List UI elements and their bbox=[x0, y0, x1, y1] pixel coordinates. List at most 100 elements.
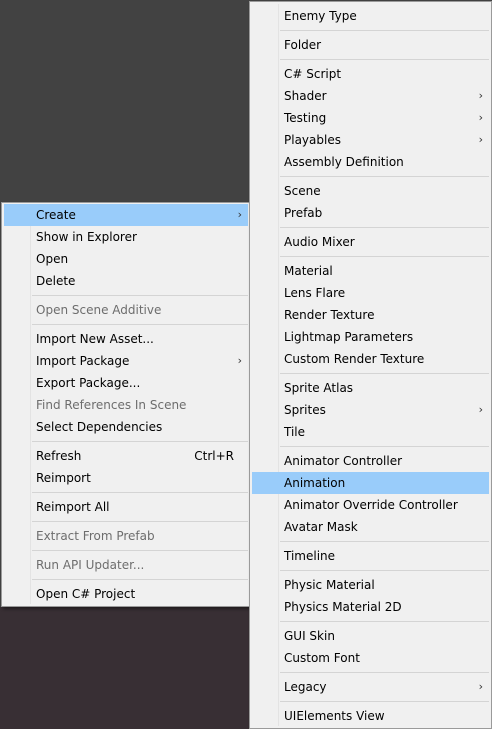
menu-separator bbox=[280, 541, 489, 542]
menu-item-label: Assembly Definition bbox=[284, 155, 404, 169]
menu-item-gui-skin[interactable]: GUI Skin bbox=[252, 625, 489, 647]
menu-item-physic-material[interactable]: Physic Material bbox=[252, 574, 489, 596]
menu-item-label: Reimport bbox=[36, 471, 91, 485]
menu-separator bbox=[32, 579, 248, 580]
menu-item-label: Testing bbox=[284, 111, 327, 125]
menu-item-label: Sprite Atlas bbox=[284, 381, 354, 395]
menu-item-sprite-atlas[interactable]: Sprite Atlas bbox=[252, 377, 489, 399]
menu-item-label: Select Dependencies bbox=[36, 420, 163, 434]
menu-item-label: Custom Font bbox=[284, 651, 360, 665]
chevron-right-icon: › bbox=[478, 133, 483, 146]
menu-item-label: Enemy Type bbox=[284, 9, 357, 23]
menu-item-animator-controller[interactable]: Animator Controller bbox=[252, 450, 489, 472]
menu-item-tile[interactable]: Tile bbox=[252, 421, 489, 443]
menu-item-export-package[interactable]: Export Package... bbox=[4, 372, 248, 394]
menu-item-delete[interactable]: Delete bbox=[4, 270, 248, 292]
menu-item-legacy[interactable]: Legacy › bbox=[252, 676, 489, 698]
menu-item-animator-override-controller[interactable]: Animator Override Controller bbox=[252, 494, 489, 516]
menu-item-label: Animator Override Controller bbox=[284, 498, 458, 512]
menu-item-show-in-explorer[interactable]: Show in Explorer bbox=[4, 226, 248, 248]
menu-item-label: Animator Controller bbox=[284, 454, 403, 468]
menu-item-label: Animation bbox=[284, 476, 346, 490]
menu-separator bbox=[32, 441, 248, 442]
menu-item-create[interactable]: Create › bbox=[4, 204, 248, 226]
chevron-right-icon: › bbox=[478, 680, 483, 693]
menu-item-custom-render-texture[interactable]: Custom Render Texture bbox=[252, 348, 489, 370]
chevron-right-icon: › bbox=[478, 111, 483, 124]
menu-separator bbox=[32, 521, 248, 522]
menu-item-label: Timeline bbox=[284, 549, 336, 563]
menu-item-playables[interactable]: Playables › bbox=[252, 129, 489, 151]
menu-item-sprites[interactable]: Sprites › bbox=[252, 399, 489, 421]
menu-item-shader[interactable]: Shader › bbox=[252, 85, 489, 107]
menu-item-custom-font[interactable]: Custom Font bbox=[252, 647, 489, 669]
menu-separator bbox=[280, 446, 489, 447]
menu-separator bbox=[280, 701, 489, 702]
menu-item-material[interactable]: Material bbox=[252, 260, 489, 282]
menu-item-enemy-type[interactable]: Enemy Type bbox=[252, 5, 489, 27]
menu-item-label: Import New Asset... bbox=[36, 332, 154, 346]
menu-item-label: Extract From Prefab bbox=[36, 529, 155, 543]
menu-item-scene[interactable]: Scene bbox=[252, 180, 489, 202]
menu-item-timeline[interactable]: Timeline bbox=[252, 545, 489, 567]
menu-item-lightmap-parameters[interactable]: Lightmap Parameters bbox=[252, 326, 489, 348]
menu-item-label: Find References In Scene bbox=[36, 398, 187, 412]
menu-item-open[interactable]: Open bbox=[4, 248, 248, 270]
context-menu: Create › Show in Explorer Open Delete Open Sc… bbox=[1, 202, 251, 607]
menu-item-animation[interactable]: Animation bbox=[252, 472, 489, 494]
menu-item-prefab[interactable]: Prefab bbox=[252, 202, 489, 224]
create-submenu: Enemy Type Folder C# Script Shader › Testing ›… bbox=[249, 1, 492, 729]
menu-item-uielements-view[interactable]: UIElements View bbox=[252, 705, 489, 727]
menu-item-label: Material bbox=[284, 264, 333, 278]
menu-separator bbox=[32, 324, 248, 325]
menu-separator bbox=[32, 295, 248, 296]
menu-item-avatar-mask[interactable]: Avatar Mask bbox=[252, 516, 489, 538]
menu-item-find-references-in-scene: Find References In Scene bbox=[4, 394, 248, 416]
menu-separator bbox=[280, 256, 489, 257]
menu-item-render-texture[interactable]: Render Texture bbox=[252, 304, 489, 326]
menu-item-open-scene-additive: Open Scene Additive bbox=[4, 299, 248, 321]
menu-item-label: Custom Render Texture bbox=[284, 352, 425, 366]
menu-separator bbox=[280, 621, 489, 622]
menu-item-label: Shader bbox=[284, 89, 327, 103]
menu-item-label: C# Script bbox=[284, 67, 342, 81]
menu-item-label: Reimport All bbox=[36, 500, 110, 514]
menu-item-run-api-updater: Run API Updater... bbox=[4, 554, 248, 576]
menu-item-label: Lens Flare bbox=[284, 286, 346, 300]
menu-item-label: Physic Material bbox=[284, 578, 375, 592]
menu-separator bbox=[32, 492, 248, 493]
menu-separator bbox=[280, 672, 489, 673]
menu-item-physics-material-2d[interactable]: Physics Material 2D bbox=[252, 596, 489, 618]
menu-item-label: Render Texture bbox=[284, 308, 375, 322]
menu-item-open-c-project[interactable]: Open C# Project bbox=[4, 583, 248, 605]
chevron-right-icon: › bbox=[237, 208, 242, 221]
menu-item-assembly-definition[interactable]: Assembly Definition bbox=[252, 151, 489, 173]
menu-item-lens-flare[interactable]: Lens Flare bbox=[252, 282, 489, 304]
menu-item-label: Prefab bbox=[284, 206, 323, 220]
menu-item-label: Open Scene Additive bbox=[36, 303, 162, 317]
menu-item-label: Export Package... bbox=[36, 376, 141, 390]
menu-item-extract-from-prefab: Extract From Prefab bbox=[4, 525, 248, 547]
menu-separator bbox=[280, 373, 489, 374]
chevron-right-icon: › bbox=[478, 89, 483, 102]
menu-item-refresh[interactable]: Refresh Ctrl+R bbox=[4, 445, 248, 467]
menu-item-reimport-all[interactable]: Reimport All bbox=[4, 496, 248, 518]
menu-item-label: Delete bbox=[36, 274, 76, 288]
menu-item-label: Run API Updater... bbox=[36, 558, 145, 572]
menu-item-label: Tile bbox=[284, 425, 306, 439]
menu-item-reimport[interactable]: Reimport bbox=[4, 467, 248, 489]
menu-item-label: Sprites bbox=[284, 403, 326, 417]
menu-item-c-script[interactable]: C# Script bbox=[252, 63, 489, 85]
menu-item-shortcut: Ctrl+R bbox=[194, 449, 234, 463]
menu-item-label: UIElements View bbox=[284, 709, 385, 723]
menu-item-import-new-asset[interactable]: Import New Asset... bbox=[4, 328, 248, 350]
menu-item-folder[interactable]: Folder bbox=[252, 34, 489, 56]
menu-item-label: Refresh bbox=[36, 449, 82, 463]
menu-item-audio-mixer[interactable]: Audio Mixer bbox=[252, 231, 489, 253]
menu-item-label: Folder bbox=[284, 38, 322, 52]
menu-item-import-package[interactable]: Import Package › bbox=[4, 350, 248, 372]
menu-item-label: Physics Material 2D bbox=[284, 600, 402, 614]
menu-item-select-dependencies[interactable]: Select Dependencies bbox=[4, 416, 248, 438]
menu-item-label: Avatar Mask bbox=[284, 520, 358, 534]
menu-item-testing[interactable]: Testing › bbox=[252, 107, 489, 129]
